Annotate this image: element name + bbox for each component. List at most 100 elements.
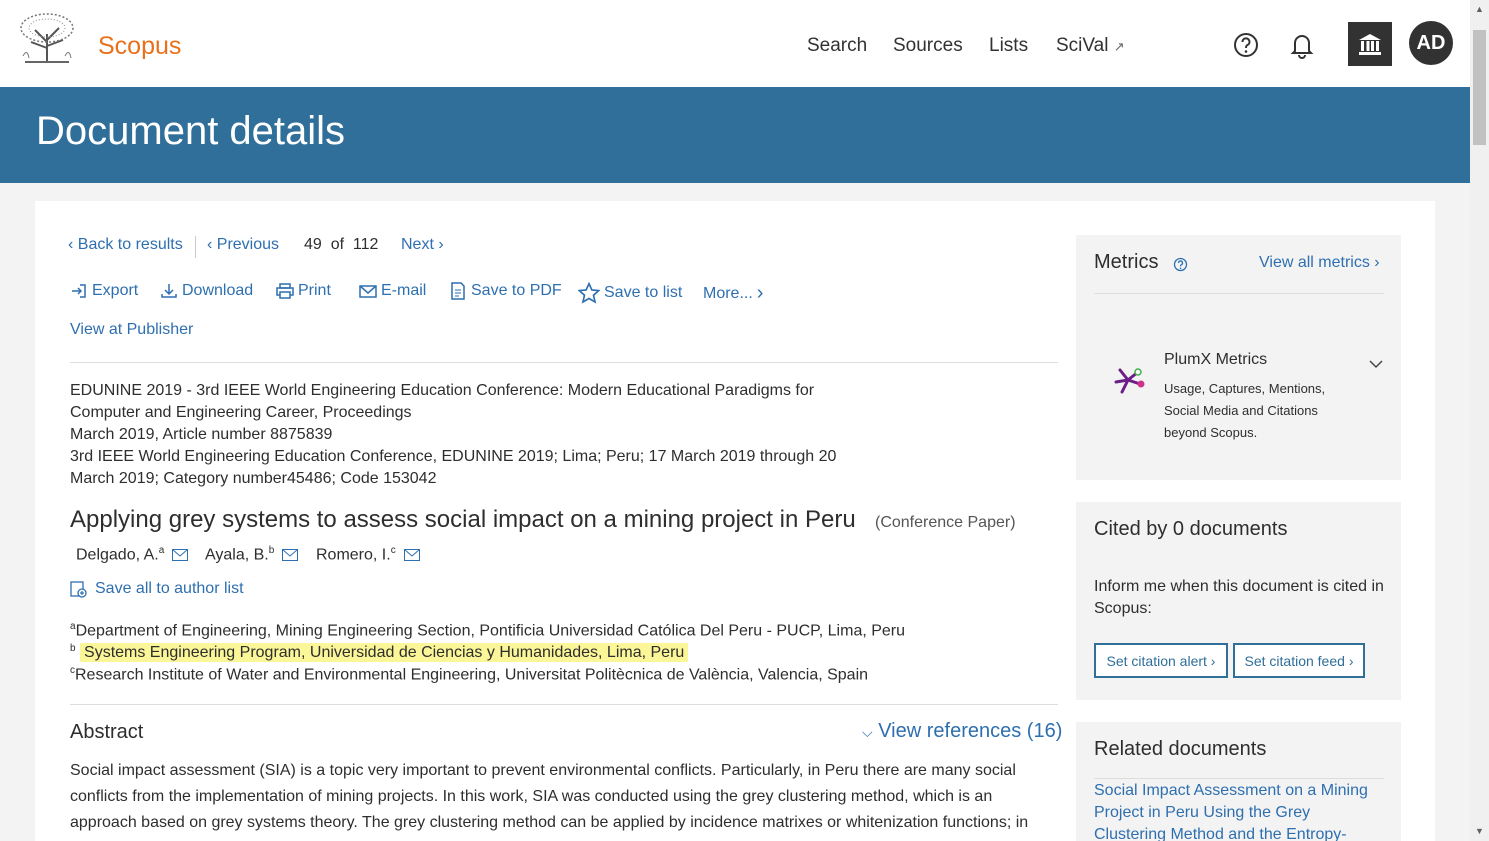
chevron-right-icon: › xyxy=(438,236,444,253)
affiliation: b Systems Engineering Program, Universid… xyxy=(70,643,689,663)
brand-name[interactable]: Scopus xyxy=(98,32,181,61)
email-button[interactable]: E-mail xyxy=(359,282,426,300)
affiliation-text-highlighted: Systems Engineering Program, Universidad… xyxy=(80,643,689,663)
divider xyxy=(70,362,1058,363)
view-all-metrics-label: View all metrics xyxy=(1259,254,1370,271)
abstract-line: approach based on grey systems theory. T… xyxy=(70,814,1029,831)
pdf-icon xyxy=(451,282,465,300)
set-citation-feed-label: Set citation feed xyxy=(1244,652,1345,669)
author-name: Delgado, A. xyxy=(76,546,159,564)
result-total: 112 xyxy=(352,236,379,253)
result-of: of xyxy=(330,236,345,253)
divider xyxy=(195,236,196,258)
chevron-down-icon: ⌵ xyxy=(862,724,873,740)
save-to-list-button[interactable]: Save to list xyxy=(578,282,682,304)
previous-link[interactable]: ‹ Previous xyxy=(207,236,279,254)
plumx-description: Usage, Captures, Mentions, Social Media … xyxy=(1164,381,1326,440)
view-at-publisher-link[interactable]: View at Publisher xyxy=(70,321,193,339)
external-link-icon: ↗ xyxy=(1113,39,1125,54)
result-position: 49 of 112 xyxy=(304,236,378,254)
add-list-icon xyxy=(70,580,87,598)
author-email-icon[interactable] xyxy=(282,549,298,561)
affiliation-text: Research Institute of Water and Environm… xyxy=(75,666,869,684)
email-label: E-mail xyxy=(381,282,427,299)
chevron-down-icon[interactable] xyxy=(1368,358,1384,370)
export-button[interactable]: Export xyxy=(70,282,138,300)
document-title: Applying grey systems to assess social i… xyxy=(70,506,856,533)
nav-search[interactable]: Search xyxy=(807,35,867,57)
author-email-icon[interactable] xyxy=(404,549,420,561)
download-button[interactable]: Download xyxy=(160,282,253,300)
abstract-text: Social impact assessment (SIA) is a topi… xyxy=(70,758,1060,836)
envelope-icon xyxy=(359,285,377,298)
author-aff-marker: a xyxy=(158,545,165,556)
nav-sources[interactable]: Sources xyxy=(893,35,963,57)
save-to-pdf-button[interactable]: Save to PDF xyxy=(449,282,562,300)
export-icon xyxy=(72,284,86,298)
help-icon[interactable] xyxy=(1173,257,1188,272)
abstract-line: Social impact assessment (SIA) is a topi… xyxy=(70,762,1016,779)
chevron-left-icon: ‹ xyxy=(207,236,213,253)
top-bar: Scopus Search Sources Lists SciVal ↗ AD xyxy=(0,0,1470,87)
set-citation-alert-button[interactable]: Set citation alert › xyxy=(1094,643,1228,678)
cited-inform-text: Inform me when this document is cited in… xyxy=(1094,578,1384,617)
related-documents-heading: Related documents xyxy=(1094,738,1267,760)
divider xyxy=(70,704,1058,705)
divider xyxy=(1094,778,1384,779)
institution-icon xyxy=(1359,34,1381,55)
save-to-pdf-label: Save to PDF xyxy=(471,282,562,299)
plumx-title[interactable]: PlumX Metrics xyxy=(1164,351,1267,369)
result-index: 49 xyxy=(304,236,322,253)
next-link[interactable]: Next › xyxy=(401,236,444,254)
affiliation-text: Department of Engineering, Mining Engine… xyxy=(75,622,906,640)
plumx-logo-icon xyxy=(1114,368,1145,394)
source-info: EDUNINE 2019 - 3rd IEEE World Engineerin… xyxy=(70,380,870,490)
author-email-icon[interactable] xyxy=(172,549,188,561)
set-citation-feed-button[interactable]: Set citation feed › xyxy=(1233,643,1365,678)
chevron-right-icon: › xyxy=(756,282,764,304)
page-title: Document details xyxy=(36,109,346,153)
page-banner: Document details xyxy=(0,87,1470,183)
source-line: 3rd IEEE World Engineering Education Con… xyxy=(70,448,837,465)
download-icon xyxy=(161,284,177,298)
back-to-results-link[interactable]: ‹ Back to results xyxy=(68,236,183,254)
author-name: Ayala, B. xyxy=(205,546,269,564)
scroll-up-arrow-icon[interactable]: ▲ xyxy=(1475,4,1484,14)
print-button[interactable]: Print xyxy=(276,282,331,300)
scroll-thumb[interactable] xyxy=(1473,30,1486,145)
bell-icon[interactable] xyxy=(1287,30,1317,60)
avatar[interactable]: AD xyxy=(1409,21,1453,65)
author-link[interactable]: Delgado, A.a xyxy=(76,545,164,564)
institution-button[interactable] xyxy=(1348,22,1392,66)
abstract-line: conflicts from the implementation of min… xyxy=(70,788,993,805)
help-icon[interactable] xyxy=(1232,30,1262,60)
abstract-heading: Abstract xyxy=(70,721,144,743)
nav-scival-label: SciVal xyxy=(1056,35,1109,56)
save-all-to-author-list-link[interactable]: Save all to author list xyxy=(70,580,244,598)
elsevier-tree-logo[interactable] xyxy=(17,12,77,64)
author-link[interactable]: Ayala, B.b xyxy=(205,545,274,564)
author-link[interactable]: Romero, I.c xyxy=(316,545,396,564)
printer-icon xyxy=(276,283,294,299)
scroll-down-arrow-icon[interactable]: ▼ xyxy=(1475,826,1484,836)
next-label: Next xyxy=(401,236,434,253)
affiliation: aDepartment of Engineering, Mining Engin… xyxy=(70,621,905,640)
download-label: Download xyxy=(182,282,254,299)
related-document-link[interactable]: Social Impact Assessment on a Mining Pro… xyxy=(1094,780,1384,841)
metrics-heading: Metrics xyxy=(1094,251,1159,273)
view-references-link[interactable]: ⌵ View references (16) xyxy=(862,720,1062,743)
view-all-metrics-link[interactable]: View all metrics › xyxy=(1259,254,1380,272)
previous-label: Previous xyxy=(216,236,280,253)
more-button[interactable]: More... › xyxy=(703,282,763,305)
nav-scival[interactable]: SciVal ↗ xyxy=(1056,35,1125,57)
nav-lists[interactable]: Lists xyxy=(989,35,1028,57)
export-label: Export xyxy=(92,282,139,299)
scrollbar[interactable]: ▲ ▼ xyxy=(1470,0,1489,841)
view-references-label: View references (16) xyxy=(878,720,1063,742)
affiliation: cResearch Institute of Water and Environ… xyxy=(70,665,868,684)
more-label: More... xyxy=(703,284,753,302)
chevron-right-icon: › xyxy=(1374,254,1380,271)
chevron-right-icon: › xyxy=(1348,652,1354,669)
author-name: Romero, I. xyxy=(316,546,391,564)
chevron-left-icon: ‹ xyxy=(68,236,74,253)
